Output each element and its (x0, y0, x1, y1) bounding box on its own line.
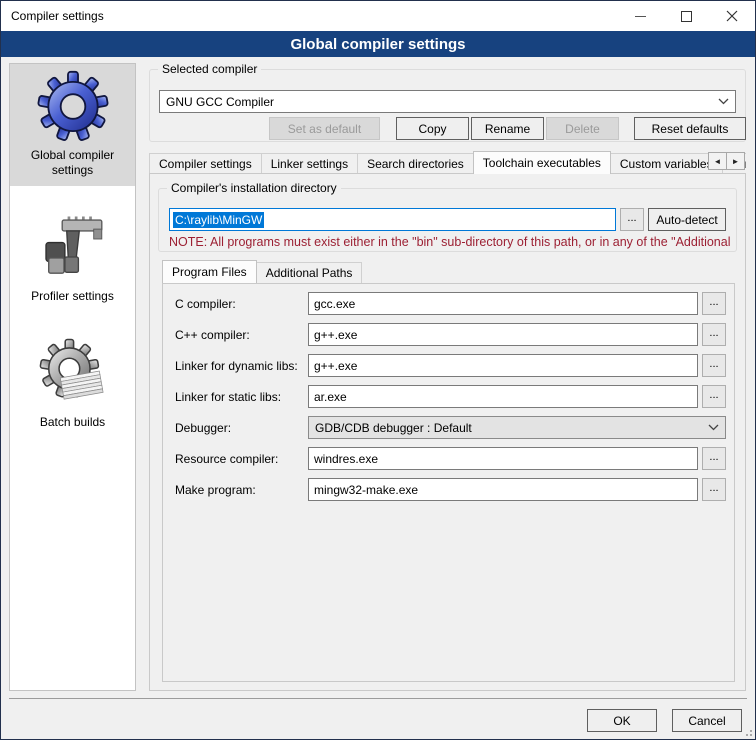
set-as-default-button[interactable]: Set as default (269, 117, 380, 140)
program-files-page: C compiler: ... C++ compiler: ... Linker… (162, 283, 735, 682)
program-files-tab-bar: Program Files Additional Paths (162, 260, 735, 283)
compiler-settings-window: Compiler settings Global compiler settin… (0, 0, 756, 740)
sidebar-item-global-compiler-settings[interactable]: Global compiler settings (10, 64, 135, 186)
caliper-tool-icon (37, 212, 109, 284)
make-program-browse-button[interactable]: ... (702, 478, 726, 501)
maximize-icon (681, 11, 692, 22)
debugger-row: Debugger: GDB/CDB debugger : Default (175, 416, 726, 439)
dynamic-linker-label: Linker for dynamic libs: (175, 359, 308, 373)
static-linker-browse-button[interactable]: ... (702, 385, 726, 408)
cpp-compiler-input[interactable] (308, 323, 698, 346)
delete-button[interactable]: Delete (546, 117, 619, 140)
cpp-compiler-label: C++ compiler: (175, 328, 308, 342)
dialog-header: Global compiler settings (1, 31, 755, 57)
rename-button[interactable]: Rename (471, 117, 544, 140)
sidebar-item-label: Global compiler settings (12, 148, 133, 178)
c-compiler-label: C compiler: (175, 297, 308, 311)
blue-gear-icon (34, 70, 112, 143)
chevron-down-icon (718, 98, 729, 105)
sidebar-item-profiler-settings[interactable]: Profiler settings (10, 190, 135, 312)
cpp-compiler-browse-button[interactable]: ... (702, 323, 726, 346)
resource-compiler-input[interactable] (308, 447, 698, 470)
main-area: Selected compiler GNU GCC Compiler Set a… (146, 63, 749, 691)
close-icon (726, 10, 738, 22)
resource-compiler-browse-button[interactable]: ... (702, 447, 726, 470)
tab-toolchain-executables[interactable]: Toolchain executables (473, 151, 611, 174)
bin-subdirectory-note: NOTE: All programs must exist either in … (169, 235, 735, 249)
tab-search-directories[interactable]: Search directories (357, 153, 474, 174)
make-program-label: Make program: (175, 483, 308, 497)
tab-linker-settings[interactable]: Linker settings (261, 153, 358, 174)
chevron-down-icon (708, 424, 719, 431)
cpp-compiler-row: C++ compiler: ... (175, 323, 726, 346)
resource-compiler-label: Resource compiler: (175, 452, 308, 466)
toolchain-executables-page: Compiler's installation directory C:\ray… (149, 173, 746, 691)
scroll-right-icon: ► (732, 157, 740, 166)
maximize-button[interactable] (663, 1, 709, 31)
copy-button[interactable]: Copy (396, 117, 469, 140)
tab-additional-paths[interactable]: Additional Paths (256, 262, 363, 283)
make-program-input[interactable] (308, 478, 698, 501)
make-program-row: Make program: ... (175, 478, 726, 501)
tab-scroll-right-button[interactable]: ► (726, 152, 745, 170)
window-controls (617, 1, 755, 31)
tab-compiler-settings[interactable]: Compiler settings (149, 153, 262, 174)
static-linker-label: Linker for static libs: (175, 390, 308, 404)
tab-program-files[interactable]: Program Files (162, 260, 257, 283)
sidebar: Global compiler settings Profiler settin… (9, 63, 136, 691)
tab-scroll-left-button[interactable]: ◄ (708, 152, 727, 170)
resource-compiler-row: Resource compiler: ... (175, 447, 726, 470)
resize-grip[interactable] (742, 726, 752, 736)
installation-directory-browse-button[interactable]: ... (620, 208, 644, 231)
reset-defaults-button[interactable]: Reset defaults (634, 117, 746, 140)
close-button[interactable] (709, 1, 755, 31)
tab-scroll-arrows: ◄ ► (709, 152, 745, 170)
static-linker-row: Linker for static libs: ... (175, 385, 726, 408)
minimize-button[interactable] (617, 1, 663, 31)
ok-button[interactable]: OK (587, 709, 657, 732)
settings-tab-bar: Compiler settings Linker settings Search… (149, 151, 746, 174)
scroll-left-icon: ◄ (714, 157, 722, 166)
program-files-notebook: Program Files Additional Paths C compile… (162, 260, 735, 682)
title-bar[interactable]: Compiler settings (1, 1, 755, 31)
installation-directory-group: Compiler's installation directory C:\ray… (158, 188, 737, 252)
debugger-select-value: GDB/CDB debugger : Default (315, 421, 708, 435)
installation-directory-legend: Compiler's installation directory (167, 181, 341, 195)
minimize-icon (635, 16, 646, 17)
installation-directory-value: C:\raylib\MinGW (173, 212, 264, 228)
selected-compiler-group: Selected compiler GNU GCC Compiler Set a… (149, 69, 746, 142)
tab-custom-variables[interactable]: Custom variables (610, 153, 723, 174)
debugger-select[interactable]: GDB/CDB debugger : Default (308, 416, 726, 439)
debugger-label: Debugger: (175, 421, 308, 435)
c-compiler-input[interactable] (308, 292, 698, 315)
installation-directory-row: C:\raylib\MinGW ... Auto-detect (169, 208, 726, 231)
footer-divider (9, 698, 747, 699)
auto-detect-button[interactable]: Auto-detect (648, 208, 726, 231)
dynamic-linker-browse-button[interactable]: ... (702, 354, 726, 377)
dynamic-linker-input[interactable] (308, 354, 698, 377)
dynamic-linker-row: Linker for dynamic libs: ... (175, 354, 726, 377)
installation-directory-input[interactable]: C:\raylib\MinGW (169, 208, 616, 231)
sidebar-item-label: Profiler settings (31, 289, 114, 304)
sidebar-item-label: Batch builds (40, 415, 105, 430)
c-compiler-browse-button[interactable]: ... (702, 292, 726, 315)
selected-compiler-legend: Selected compiler (158, 62, 261, 76)
cancel-button[interactable]: Cancel (672, 709, 742, 732)
c-compiler-row: C compiler: ... (175, 292, 726, 315)
compiler-select-value: GNU GCC Compiler (166, 95, 718, 109)
compiler-select[interactable]: GNU GCC Compiler (159, 90, 736, 113)
page-title: Global compiler settings (290, 36, 465, 53)
window-title: Compiler settings (11, 9, 104, 23)
sidebar-item-batch-builds[interactable]: Batch builds (10, 316, 135, 438)
static-linker-input[interactable] (308, 385, 698, 408)
gray-gear-stack-icon (37, 338, 109, 410)
